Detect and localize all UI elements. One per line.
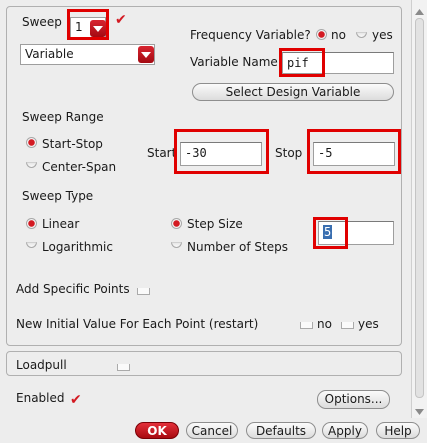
linear-radio[interactable]: [26, 218, 37, 229]
initial-value-yes-checkbox[interactable]: [341, 322, 354, 329]
start-label: Start: [147, 146, 177, 160]
options-button[interactable]: Options...: [317, 390, 390, 409]
enabled-checkbox[interactable]: ✔: [70, 393, 82, 407]
highlight-step-value: [313, 217, 348, 249]
highlight-start: [174, 129, 269, 174]
stop-label: Stop: [275, 146, 303, 160]
step-size-radio[interactable]: [171, 218, 182, 229]
scroll-up-icon[interactable]: [415, 4, 424, 18]
step-size-label: Step Size: [187, 217, 243, 231]
sweep-type-value: Variable: [25, 47, 74, 61]
sweep-range-heading: Sweep Range: [22, 110, 104, 124]
enabled-label: Enabled: [16, 391, 65, 405]
loadpull-checkbox[interactable]: [117, 364, 130, 371]
scroll-down-icon[interactable]: [415, 404, 424, 418]
sweep-label: Sweep: [22, 15, 62, 29]
sweep-type-heading: Sweep Type: [22, 189, 94, 203]
vertical-scrollbar[interactable]: [411, 0, 427, 418]
new-initial-value-label: New Initial Value For Each Point (restar…: [16, 317, 259, 331]
variable-name-label: Variable Name: [190, 55, 278, 69]
chevron-down-icon[interactable]: [138, 46, 154, 63]
scroll-thumb[interactable]: [415, 18, 424, 398]
help-button[interactable]: Help: [376, 422, 420, 439]
cancel-button[interactable]: Cancel: [186, 422, 238, 439]
highlight-sweep-index: [67, 9, 109, 40]
sweep-type-select[interactable]: Variable: [20, 44, 155, 65]
center-span-label: Center-Span: [42, 160, 117, 174]
linear-label: Linear: [42, 217, 80, 231]
number-of-steps-label: Number of Steps: [187, 240, 288, 254]
highlight-stop: [307, 129, 401, 174]
freq-var-no-label: no: [331, 28, 346, 42]
freq-var-yes-label: yes: [372, 28, 393, 42]
add-specific-points-checkbox[interactable]: [137, 288, 150, 295]
initial-value-no-checkbox[interactable]: [300, 322, 313, 329]
start-stop-radio[interactable]: [26, 137, 37, 148]
frequency-variable-label: Frequency Variable?: [190, 28, 311, 42]
add-specific-points-label: Add Specific Points: [16, 282, 130, 296]
ok-button[interactable]: OK: [135, 422, 179, 439]
sweep-enabled-check[interactable]: ✔: [115, 13, 127, 27]
initial-value-no-label: no: [317, 317, 332, 331]
apply-button[interactable]: Apply: [322, 422, 368, 439]
freq-var-no-radio[interactable]: [316, 29, 327, 40]
loadpull-label: Loadpull: [16, 358, 67, 372]
logarithmic-label: Logarithmic: [42, 240, 113, 254]
highlight-variable-name: [279, 48, 325, 77]
defaults-button[interactable]: Defaults: [246, 422, 316, 439]
select-design-variable-button[interactable]: Select Design Variable: [192, 83, 394, 101]
initial-value-yes-label: yes: [358, 317, 379, 331]
start-stop-label: Start-Stop: [42, 137, 103, 151]
